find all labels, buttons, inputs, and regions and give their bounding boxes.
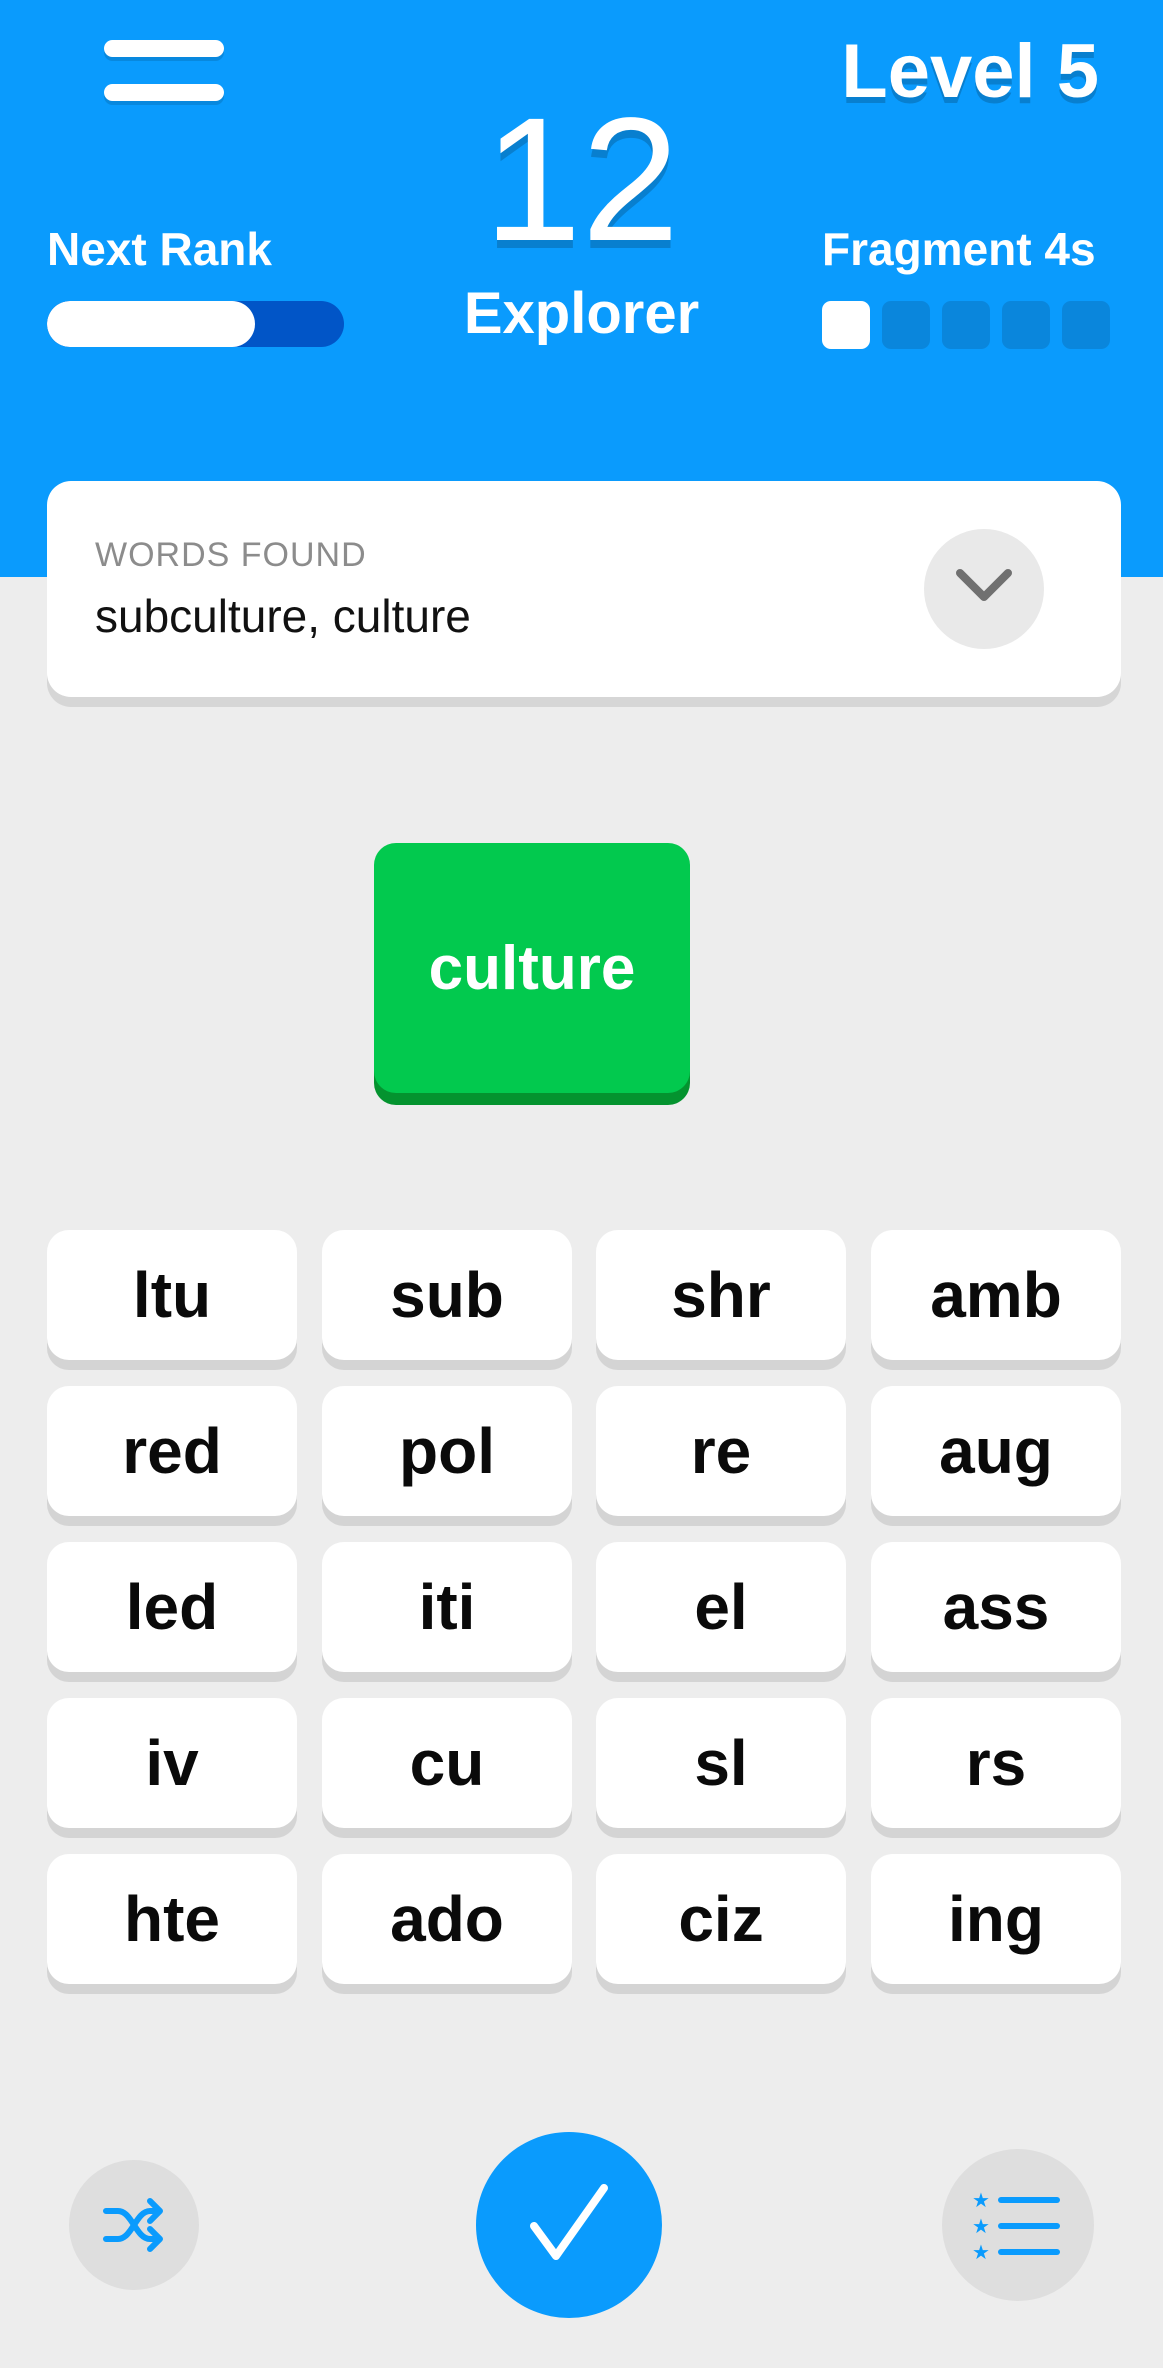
fragment-tile[interactable]: aug (871, 1386, 1121, 1516)
fragment-tile[interactable]: cu (322, 1698, 572, 1828)
shuffle-icon (103, 2198, 163, 2252)
fragment-dot (882, 301, 930, 349)
fragment-tile[interactable]: hte (47, 1854, 297, 1984)
words-found-label: WORDS FOUND (95, 536, 367, 574)
svg-text:★: ★ (972, 2214, 990, 2238)
fragment-tile[interactable]: sl (596, 1698, 846, 1828)
fragment-tile[interactable]: ltu (47, 1230, 297, 1360)
checkmark-icon (530, 2184, 608, 2260)
fragment-timer-label: Fragment 4s (822, 223, 1096, 275)
fragment-tile[interactable]: ado (322, 1854, 572, 1984)
fragment-dot (1002, 301, 1050, 349)
fragment-tile[interactable]: amb (871, 1230, 1121, 1360)
fragment-tile[interactable]: iti (322, 1542, 572, 1672)
fragment-tile[interactable]: ing (871, 1854, 1121, 1984)
fragment-tile[interactable]: sub (322, 1230, 572, 1360)
fragment-dot (1062, 301, 1110, 349)
fragment-dot (822, 301, 870, 349)
fragment-tile[interactable]: rs (871, 1698, 1121, 1828)
fragment-tile[interactable]: el (596, 1542, 846, 1672)
current-word-tile[interactable]: culture (374, 843, 690, 1093)
game-screen: Level 5 12 Explorer Next Rank Fragment 4… (0, 0, 1163, 2368)
fragment-tile[interactable]: led (47, 1542, 297, 1672)
svg-text:★: ★ (972, 2189, 990, 2212)
chevron-down-icon (956, 569, 1012, 601)
next-rank-progress-fill (47, 301, 255, 347)
next-rank-progress-bar (47, 301, 344, 347)
shuffle-button[interactable] (69, 2160, 199, 2290)
starred-list-icon: ★ ★ ★ (972, 2189, 1060, 2261)
fragment-tile[interactable]: shr (596, 1230, 846, 1360)
next-rank-label: Next Rank (47, 223, 272, 275)
fragment-tile[interactable]: re (596, 1386, 846, 1516)
svg-text:★: ★ (972, 2240, 990, 2261)
fragment-tile[interactable]: ass (871, 1542, 1121, 1672)
fragment-tile[interactable]: red (47, 1386, 297, 1516)
expand-words-button[interactable] (924, 529, 1044, 649)
words-found-card[interactable]: WORDS FOUND subculture, culture (47, 481, 1121, 697)
fragment-tile[interactable]: ciz (596, 1854, 846, 1984)
fragment-dot (942, 301, 990, 349)
word-list-button[interactable]: ★ ★ ★ (942, 2149, 1094, 2301)
fragment-indicator (822, 301, 1110, 349)
words-found-list: subculture, culture (95, 590, 471, 642)
submit-word-button[interactable] (476, 2132, 662, 2318)
fragment-tile[interactable]: pol (322, 1386, 572, 1516)
hamburger-menu-icon (104, 40, 224, 57)
fragment-tile[interactable]: iv (47, 1698, 297, 1828)
